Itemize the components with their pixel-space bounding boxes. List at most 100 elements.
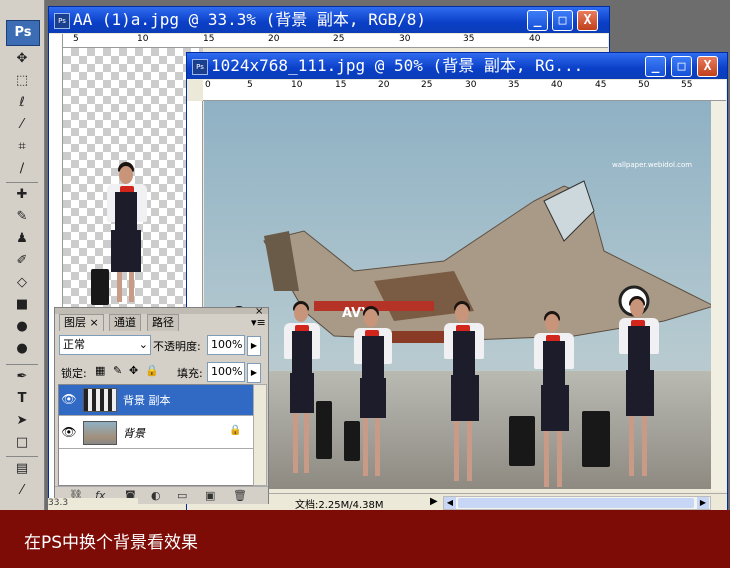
lock-image-icon[interactable]: ✎ xyxy=(113,364,122,377)
eyedropper-tool-icon[interactable]: ⁄ xyxy=(12,482,32,500)
gradient-tool-icon[interactable]: ■ xyxy=(12,296,32,314)
layers-scrollbar[interactable] xyxy=(253,384,267,486)
close-button[interactable]: X xyxy=(577,10,598,31)
layer-row-background-copy[interactable]: 👁 背景 副本 xyxy=(59,385,253,416)
slice-tool-icon[interactable]: ∕ xyxy=(12,160,32,178)
type-tool-icon[interactable]: T xyxy=(12,390,32,408)
horizontal-scrollbar[interactable]: ◀ ▶ xyxy=(443,496,711,510)
ruler-tick: 0 xyxy=(205,80,211,90)
blur-tool-icon[interactable]: ● xyxy=(12,318,32,336)
tab-channels[interactable]: 通道 xyxy=(109,314,141,331)
ruler-tick: 20 xyxy=(378,80,390,90)
fill-arrow-icon[interactable]: ▶ xyxy=(247,363,261,383)
shape-tool-icon[interactable]: □ xyxy=(12,434,32,452)
window-title: AA (1)a.jpg @ 33.3% (背景 副本, RGB/8) xyxy=(73,10,426,29)
panel-menu-icon[interactable]: ▾≡ xyxy=(251,316,266,329)
adjustment-icon[interactable]: ◐ xyxy=(151,489,161,502)
trash-icon[interactable]: 🗑 xyxy=(233,489,247,502)
suitcase xyxy=(344,421,360,461)
fill-label: 填充: xyxy=(177,367,203,380)
layer-thumbnail xyxy=(83,388,117,412)
layer-name: 背景 xyxy=(123,427,145,440)
title-bar[interactable]: Ps 1024x768_111.jpg @ 50% (背景 副本, RG... … xyxy=(187,53,727,79)
blend-mode-value: 正常 xyxy=(63,338,85,351)
layer-row-background[interactable]: 👁 背景 🔒 xyxy=(59,418,253,449)
notes-tool-icon[interactable]: ▤ xyxy=(12,460,32,478)
zoom-level: 33.3 xyxy=(48,498,138,510)
title-bar[interactable]: Ps AA (1)a.jpg @ 33.3% (背景 副本, RGB/8) _ … xyxy=(49,7,609,33)
photo-canvas[interactable]: wallpaper.webidol.com AVY xyxy=(204,101,711,489)
suitcase xyxy=(91,269,109,305)
opacity-arrow-icon[interactable]: ▶ xyxy=(247,336,261,356)
ruler-tick: 40 xyxy=(551,80,563,90)
tab-layers[interactable]: 图层 × xyxy=(59,314,104,331)
lock-transparency-icon[interactable]: ▦ xyxy=(95,364,105,377)
crop-tool-icon[interactable]: ⌗ xyxy=(12,138,32,156)
ruler-tick: 45 xyxy=(595,80,607,90)
scrollbar-thumb[interactable] xyxy=(458,498,694,508)
maximize-button[interactable]: □ xyxy=(671,56,692,77)
move-tool-icon[interactable]: ✥ xyxy=(12,50,32,68)
ps-document-icon: Ps xyxy=(192,59,208,75)
caption-text: 在PS中换个背景看效果 xyxy=(24,533,199,553)
lock-all-icon[interactable]: 🔒 xyxy=(145,364,159,377)
healing-brush-tool-icon[interactable]: ✚ xyxy=(12,186,32,204)
minimize-button[interactable]: _ xyxy=(527,10,548,31)
lock-icon: 🔒 xyxy=(229,425,242,436)
layer-thumbnail xyxy=(83,421,117,445)
status-menu-arrow[interactable]: ▶ xyxy=(430,496,438,507)
ruler-tick: 50 xyxy=(638,80,650,90)
path-selection-tool-icon[interactable]: ➤ xyxy=(12,412,32,430)
ruler-tick: 25 xyxy=(333,34,345,44)
eraser-tool-icon[interactable]: ◇ xyxy=(12,274,32,292)
clone-stamp-tool-icon[interactable]: ♟ xyxy=(12,230,32,248)
layers-list: 👁 背景 副本 👁 背景 🔒 xyxy=(58,384,254,486)
ps-document-icon: Ps xyxy=(54,13,70,29)
ruler-tick: 30 xyxy=(465,80,477,90)
chevron-down-icon: ⌄ xyxy=(138,338,148,351)
magic-wand-tool-icon[interactable]: ⁄ xyxy=(12,116,32,134)
blend-mode-select[interactable]: 正常 ⌄ xyxy=(59,335,151,355)
group-icon[interactable]: ▭ xyxy=(177,489,187,502)
close-button[interactable]: X xyxy=(697,56,718,77)
opacity-input[interactable]: 100% xyxy=(207,335,245,355)
opacity-label: 不透明度: xyxy=(153,340,201,353)
ruler-tick: 10 xyxy=(137,34,149,44)
brush-tool-icon[interactable]: ✎ xyxy=(12,208,32,226)
ruler-tick: 25 xyxy=(421,80,433,90)
eye-icon[interactable]: 👁 xyxy=(61,391,77,407)
ruler-tick: 20 xyxy=(268,34,280,44)
ruler-tick: 5 xyxy=(73,34,79,44)
lock-position-icon[interactable]: ✥ xyxy=(129,364,138,377)
ruler-tick: 15 xyxy=(335,80,347,90)
marquee-tool-icon[interactable]: ⬚ xyxy=(12,72,32,90)
suitcase xyxy=(509,416,535,466)
vertical-scrollbar[interactable] xyxy=(711,101,726,491)
scroll-right-arrow[interactable]: ▶ xyxy=(697,497,709,509)
pen-tool-icon[interactable]: ✒ xyxy=(12,368,32,386)
ruler-tick: 15 xyxy=(203,34,215,44)
scroll-left-arrow[interactable]: ◀ xyxy=(444,497,456,509)
tab-paths[interactable]: 路径 xyxy=(147,314,179,331)
lock-label: 锁定: xyxy=(61,367,87,380)
lasso-tool-icon[interactable]: ℓ xyxy=(12,94,32,112)
zoom-value: 33.3 xyxy=(48,498,69,508)
photoshop-logo[interactable]: Ps xyxy=(6,20,40,46)
maximize-button[interactable]: □ xyxy=(552,10,573,31)
ruler-tick: 5 xyxy=(247,80,253,90)
suitcase xyxy=(316,401,332,459)
new-layer-icon[interactable]: ▣ xyxy=(205,489,215,502)
suitcase xyxy=(582,411,610,467)
eye-icon[interactable]: 👁 xyxy=(61,424,77,440)
fill-input[interactable]: 100% xyxy=(207,362,245,382)
panel-close-icon[interactable]: × xyxy=(255,306,263,317)
dodge-tool-icon[interactable]: ● xyxy=(12,340,32,358)
horizontal-ruler: 5 10 15 20 25 30 35 40 xyxy=(63,34,608,48)
minimize-button[interactable]: _ xyxy=(645,56,666,77)
history-brush-tool-icon[interactable]: ✐ xyxy=(12,252,32,270)
ruler-tick: 35 xyxy=(508,80,520,90)
ruler-tick: 35 xyxy=(463,34,475,44)
ruler-tick: 10 xyxy=(291,80,303,90)
tab-label: 图层 xyxy=(64,316,86,329)
ruler-tick: 55 xyxy=(681,80,693,90)
